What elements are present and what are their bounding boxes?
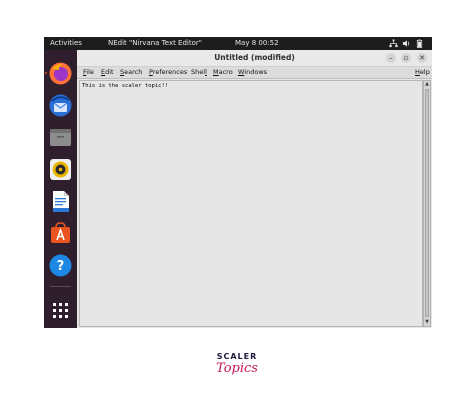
rhythmbox-icon[interactable] (48, 157, 73, 182)
top-bar: Activities NEdit "Nirvana Text Editor" M… (44, 37, 432, 50)
menu-help[interactable]: Help (415, 68, 430, 76)
dock: ? (44, 50, 77, 328)
app-menu[interactable]: NEdit "Nirvana Text Editor" (108, 39, 202, 47)
network-icon[interactable] (389, 39, 398, 48)
running-indicator (45, 72, 47, 74)
desktop-screen: Activities NEdit "Nirvana Text Editor" M… (44, 37, 432, 328)
software-center-icon[interactable] (48, 221, 73, 246)
thunderbird-icon[interactable] (48, 93, 73, 118)
minimize-button[interactable]: – (386, 53, 396, 63)
menu-macro[interactable]: Macro (213, 68, 233, 76)
volume-icon[interactable] (402, 39, 411, 48)
menu-edit[interactable]: Edit (101, 68, 114, 76)
text-editor-area[interactable]: This is the scaler topic!! (79, 80, 423, 327)
menu-preferences[interactable]: Preferences (149, 68, 187, 76)
logo-line-1: SCALER (216, 352, 258, 361)
menu-file[interactable]: File (83, 68, 94, 76)
close-button[interactable]: ✕ (417, 53, 427, 63)
files-icon[interactable] (48, 125, 73, 150)
firefox-icon[interactable] (48, 61, 73, 86)
logo-line-2: Topics (216, 361, 258, 376)
libreoffice-writer-icon[interactable] (48, 189, 73, 214)
scaler-topics-logo: SCALER Topics (205, 352, 269, 386)
window-title: Untitled (modified) (214, 53, 295, 62)
vertical-scrollbar[interactable]: ▲ ▼ (423, 80, 431, 327)
battery-icon[interactable] (415, 39, 424, 48)
window-titlebar[interactable]: Untitled (modified) – ▫ ✕ (77, 50, 432, 67)
help-icon[interactable]: ? (48, 253, 73, 278)
menu-windows[interactable]: Windows (238, 68, 267, 76)
nedit-window: Untitled (modified) – ▫ ✕ File Edit Sear… (77, 50, 432, 328)
maximize-button[interactable]: ▫ (401, 53, 411, 63)
scroll-down-icon[interactable]: ▼ (424, 319, 430, 325)
dock-divider (50, 286, 71, 287)
menu-bar: File Edit Search Preferences Shell Macro… (77, 67, 432, 79)
svg-text:?: ? (57, 259, 65, 274)
clock[interactable]: May 8 00:52 (235, 39, 279, 47)
show-apps-icon[interactable] (48, 298, 73, 323)
editor-text[interactable]: This is the scaler topic!! (82, 83, 168, 89)
activities-button[interactable]: Activities (50, 39, 82, 47)
menu-search[interactable]: Search (120, 68, 142, 76)
menu-shell[interactable]: Shell (191, 68, 207, 76)
scrollbar-thumb[interactable] (425, 89, 429, 317)
scroll-up-icon[interactable]: ▲ (424, 81, 430, 87)
